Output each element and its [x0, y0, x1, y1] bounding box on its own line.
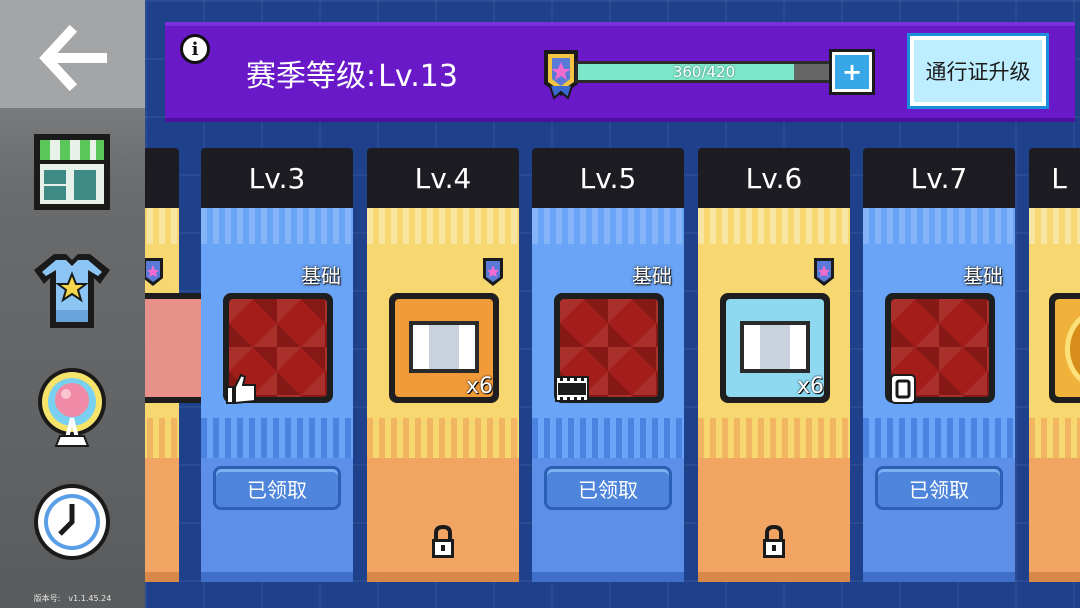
thumbs-up-icon	[226, 373, 256, 405]
claimed-button[interactable]: 已领取	[875, 466, 1003, 510]
version-info: 版本号: v1.1.45.24	[0, 593, 145, 604]
card-body: 基础 已领取	[863, 208, 1015, 582]
card-mid-band	[1029, 418, 1080, 458]
card-level: L	[1051, 161, 1067, 195]
card-level: Lv.3	[248, 161, 306, 195]
reward-box[interactable]	[554, 293, 664, 403]
card-bottom-edge	[863, 572, 1015, 582]
info-icon[interactable]: i	[180, 34, 210, 64]
version-label: 版本号:	[33, 594, 61, 603]
reward-box[interactable]: x6	[720, 293, 830, 403]
reward-card-partial-right[interactable]: L	[1029, 148, 1080, 582]
sidebar: 版本号: v1.1.45.24	[0, 0, 145, 608]
shop-icon[interactable]	[30, 130, 114, 214]
tier-label: 基础	[301, 264, 341, 288]
card-level: Lv.5	[579, 161, 637, 195]
card-bottom-edge	[1029, 572, 1080, 582]
reward-track[interactable]: Lv.3 基础 已领取 Lv.4 x6 Lv.5 基础 已领取 Lv.6 x6 …	[145, 148, 1080, 588]
back-arrow-icon[interactable]	[36, 22, 108, 94]
season-level-label: 赛季等级:Lv.13	[246, 51, 458, 95]
season-level-value: Lv.13	[378, 59, 458, 94]
xp-progress-text: 360/420	[672, 63, 736, 81]
card-level-header	[145, 148, 179, 208]
xp-progress-bar: 360/420	[575, 61, 833, 83]
card-mid-band	[201, 418, 353, 458]
card-level-header: Lv.6	[698, 148, 850, 208]
card-level: Lv.7	[910, 161, 968, 195]
claimed-button[interactable]: 已领取	[544, 466, 672, 510]
reward-card-lv5[interactable]: Lv.5 基础 已领取	[532, 148, 684, 582]
reward-card-partial-left[interactable]	[145, 148, 235, 582]
ticket-icon	[740, 321, 810, 373]
card-body: 基础 已领取	[201, 208, 353, 582]
card-body	[1029, 208, 1080, 582]
reward-box[interactable]	[1049, 293, 1080, 403]
card-bottom-edge	[145, 572, 179, 582]
reward-quantity: x6	[796, 374, 824, 399]
reward-coin-item	[1055, 299, 1080, 397]
film-icon	[555, 376, 589, 402]
card-mid-band	[532, 418, 684, 458]
card-bottom-edge	[532, 572, 684, 582]
coin-icon	[1065, 309, 1080, 389]
clock-icon[interactable]	[30, 480, 114, 564]
reward-card-lv6[interactable]: Lv.6 x6	[698, 148, 850, 582]
version-value: v1.1.45.24	[68, 594, 112, 603]
card-mid-band	[145, 418, 179, 458]
tier-label: 基础	[963, 264, 1003, 288]
info-glyph: i	[191, 38, 199, 60]
reward-card-lv4[interactable]: Lv.4 x6	[367, 148, 519, 582]
card-level-header: Lv.4	[367, 148, 519, 208]
ticket-icon	[409, 321, 479, 373]
reward-card-lv7[interactable]: Lv.7 基础 已领取	[863, 148, 1015, 582]
tier-label: 基础	[632, 264, 672, 288]
frame-icon	[890, 374, 916, 404]
claimed-button[interactable]: 已领取	[213, 466, 341, 510]
card-body: x6	[698, 208, 850, 582]
premium-badge-icon	[814, 258, 834, 286]
card-level-header: L	[1029, 148, 1080, 208]
reward-card-lv3[interactable]: Lv.3 基础 已领取	[201, 148, 353, 582]
card-level-header: Lv.3	[201, 148, 353, 208]
reward-box[interactable]: x6	[389, 293, 499, 403]
card-bottom-edge	[367, 572, 519, 582]
lock-icon	[432, 524, 454, 558]
lock-icon	[763, 524, 785, 558]
balloon-icon[interactable]	[30, 366, 114, 450]
card-body: x6	[367, 208, 519, 582]
card-mid-band	[367, 418, 519, 458]
premium-badge-icon	[145, 258, 163, 286]
reward-box[interactable]	[885, 293, 995, 404]
premium-badge-icon	[483, 258, 503, 286]
reward-box[interactable]	[223, 293, 333, 405]
card-bottom-edge	[201, 572, 353, 582]
card-body: 基础 已领取	[532, 208, 684, 582]
card-level-header: Lv.7	[863, 148, 1015, 208]
card-bottom-edge	[698, 572, 850, 582]
season-label-text: 赛季等级:	[246, 59, 377, 94]
tshirt-icon[interactable]	[30, 248, 114, 332]
add-xp-button[interactable]: +	[829, 49, 875, 95]
card-level: Lv.4	[414, 161, 472, 195]
card-level: Lv.6	[745, 161, 803, 195]
pass-upgrade-button[interactable]: 通行证升级	[907, 33, 1049, 109]
card-mid-band	[698, 418, 850, 458]
card-mid-band	[863, 418, 1015, 458]
card-body	[145, 208, 235, 582]
card-level-header: Lv.5	[532, 148, 684, 208]
reward-quantity: x6	[465, 374, 493, 399]
